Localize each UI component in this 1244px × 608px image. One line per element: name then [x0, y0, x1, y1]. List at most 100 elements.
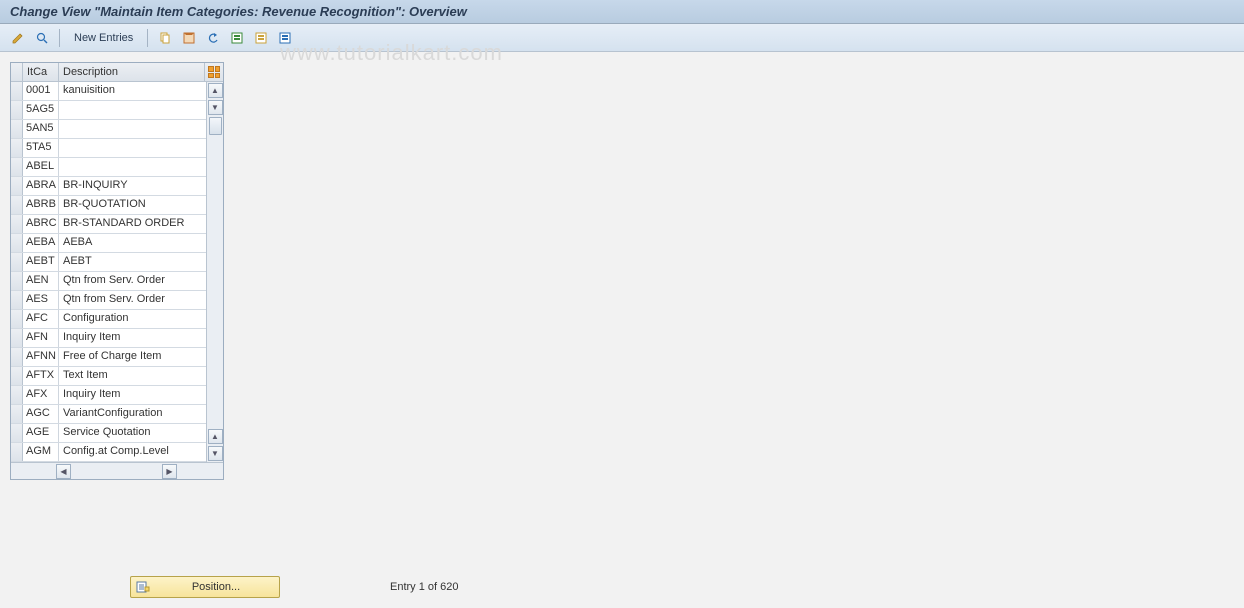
table-row[interactable]: AESQtn from Serv. Order	[11, 291, 206, 310]
table-row[interactable]: 5AG5	[11, 101, 206, 120]
row-selector[interactable]	[11, 310, 23, 328]
table-row[interactable]: 0001kanuisition	[11, 82, 206, 101]
cell-itca[interactable]: ABRB	[23, 196, 59, 214]
table-row[interactable]: AEBAAEBA	[11, 234, 206, 253]
col-description-header[interactable]: Description	[59, 63, 205, 81]
table-row[interactable]: AGEService Quotation	[11, 424, 206, 443]
cell-itca[interactable]: ABRC	[23, 215, 59, 233]
table-row[interactable]: AGMConfig.at Comp.Level	[11, 443, 206, 462]
horizontal-scrollbar[interactable]: ◀ ▶	[11, 462, 223, 479]
cell-itca[interactable]: AFC	[23, 310, 59, 328]
cell-itca[interactable]: AFN	[23, 329, 59, 347]
cell-description[interactable]	[59, 158, 206, 176]
row-selector[interactable]	[11, 291, 23, 309]
cell-description[interactable]: Text Item	[59, 367, 206, 385]
cell-description[interactable]: AEBA	[59, 234, 206, 252]
cell-itca[interactable]: AEN	[23, 272, 59, 290]
row-selector[interactable]	[11, 234, 23, 252]
cell-itca[interactable]: ABRA	[23, 177, 59, 195]
row-selector[interactable]	[11, 101, 23, 119]
toggle-change-icon[interactable]	[8, 28, 28, 48]
table-row[interactable]: 5TA5	[11, 139, 206, 158]
row-selector-header[interactable]	[11, 63, 23, 81]
cell-description[interactable]: kanuisition	[59, 82, 206, 100]
cell-description[interactable]: Inquiry Item	[59, 386, 206, 404]
cell-description[interactable]: Qtn from Serv. Order	[59, 291, 206, 309]
col-itca-header[interactable]: ItCa	[23, 63, 59, 81]
deselect-all-icon[interactable]	[275, 28, 295, 48]
row-selector[interactable]	[11, 253, 23, 271]
cell-description[interactable]: VariantConfiguration	[59, 405, 206, 423]
scroll-left-button[interactable]: ◀	[56, 464, 71, 479]
table-row[interactable]: AFTXText Item	[11, 367, 206, 386]
table-row[interactable]: AFNInquiry Item	[11, 329, 206, 348]
cell-description[interactable]: BR-STANDARD ORDER	[59, 215, 206, 233]
row-selector[interactable]	[11, 443, 23, 461]
table-row[interactable]: ABRABR-INQUIRY	[11, 177, 206, 196]
scroll-down-button-bottom[interactable]: ▼	[208, 446, 223, 461]
cell-description[interactable]: Config.at Comp.Level	[59, 443, 206, 461]
table-row[interactable]: AEBTAEBT	[11, 253, 206, 272]
cell-description[interactable]: Free of Charge Item	[59, 348, 206, 366]
scroll-thumb[interactable]	[209, 117, 222, 135]
cell-itca[interactable]: AFX	[23, 386, 59, 404]
select-block-icon[interactable]	[251, 28, 271, 48]
cell-description[interactable]: BR-QUOTATION	[59, 196, 206, 214]
row-selector[interactable]	[11, 272, 23, 290]
cell-itca[interactable]: AEBA	[23, 234, 59, 252]
cell-description[interactable]: AEBT	[59, 253, 206, 271]
table-row[interactable]: AFNNFree of Charge Item	[11, 348, 206, 367]
table-row[interactable]: AFCConfiguration	[11, 310, 206, 329]
row-selector[interactable]	[11, 386, 23, 404]
scroll-down-button[interactable]: ▼	[208, 100, 223, 115]
cell-description[interactable]	[59, 101, 206, 119]
row-selector[interactable]	[11, 215, 23, 233]
row-selector[interactable]	[11, 120, 23, 138]
cell-itca[interactable]: AFNN	[23, 348, 59, 366]
scroll-up-button-bottom[interactable]: ▲	[208, 429, 223, 444]
cell-itca[interactable]: AFTX	[23, 367, 59, 385]
undo-change-icon[interactable]	[203, 28, 223, 48]
row-selector[interactable]	[11, 82, 23, 100]
table-row[interactable]: ABRCBR-STANDARD ORDER	[11, 215, 206, 234]
cell-description[interactable]: Qtn from Serv. Order	[59, 272, 206, 290]
vertical-scrollbar[interactable]: ▲ ▼ ▲ ▼	[206, 82, 223, 462]
cell-description[interactable]: Configuration	[59, 310, 206, 328]
row-selector[interactable]	[11, 424, 23, 442]
scroll-right-button[interactable]: ▶	[162, 464, 177, 479]
row-selector[interactable]	[11, 196, 23, 214]
table-row[interactable]: 5AN5	[11, 120, 206, 139]
cell-itca[interactable]: 0001	[23, 82, 59, 100]
table-row[interactable]: ABEL	[11, 158, 206, 177]
cell-itca[interactable]: AGM	[23, 443, 59, 461]
table-row[interactable]: AGCVariantConfiguration	[11, 405, 206, 424]
cell-itca[interactable]: 5AG5	[23, 101, 59, 119]
table-row[interactable]: ABRBBR-QUOTATION	[11, 196, 206, 215]
cell-description[interactable]: Inquiry Item	[59, 329, 206, 347]
select-all-icon[interactable]	[227, 28, 247, 48]
scroll-up-button[interactable]: ▲	[208, 83, 223, 98]
copy-as-icon[interactable]	[155, 28, 175, 48]
new-entries-button[interactable]: New Entries	[67, 28, 140, 48]
cell-itca[interactable]: AES	[23, 291, 59, 309]
row-selector[interactable]	[11, 405, 23, 423]
row-selector[interactable]	[11, 329, 23, 347]
delete-icon[interactable]	[179, 28, 199, 48]
configure-columns-button[interactable]	[205, 63, 223, 81]
row-selector[interactable]	[11, 348, 23, 366]
details-icon[interactable]	[32, 28, 52, 48]
cell-itca[interactable]: 5TA5	[23, 139, 59, 157]
cell-itca[interactable]: AGC	[23, 405, 59, 423]
table-row[interactable]: AENQtn from Serv. Order	[11, 272, 206, 291]
cell-description[interactable]	[59, 139, 206, 157]
row-selector[interactable]	[11, 158, 23, 176]
row-selector[interactable]	[11, 177, 23, 195]
cell-description[interactable]: Service Quotation	[59, 424, 206, 442]
position-button[interactable]: Position...	[130, 576, 280, 598]
cell-itca[interactable]: 5AN5	[23, 120, 59, 138]
cell-itca[interactable]: ABEL	[23, 158, 59, 176]
cell-description[interactable]: BR-INQUIRY	[59, 177, 206, 195]
cell-itca[interactable]: AEBT	[23, 253, 59, 271]
table-row[interactable]: AFXInquiry Item	[11, 386, 206, 405]
row-selector[interactable]	[11, 367, 23, 385]
